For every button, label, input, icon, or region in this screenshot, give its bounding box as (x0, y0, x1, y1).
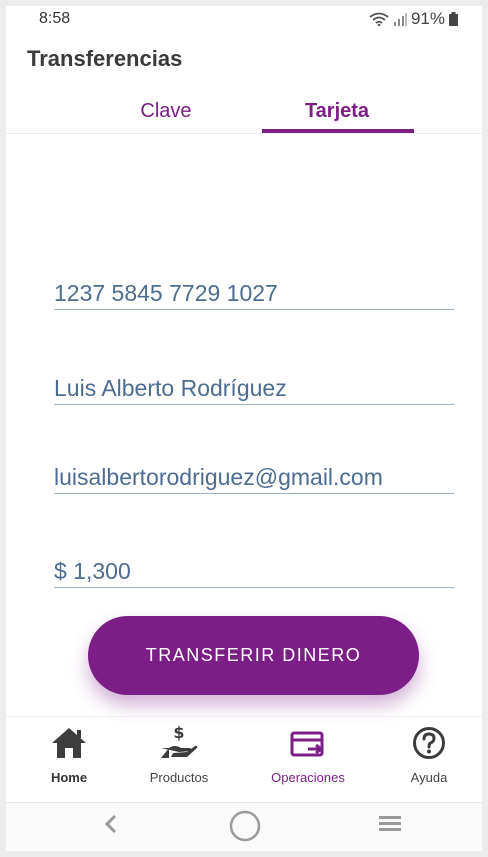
transfer-card-icon (290, 730, 326, 765)
bottom-nav: Home $ Productos Operaciones Ayuda (6, 716, 482, 802)
card-number-field[interactable]: 1237 5845 7729 1027 (54, 280, 454, 310)
nav-item-ayuda[interactable]: Ayuda (374, 717, 484, 785)
recents-icon[interactable] (378, 811, 402, 842)
nav-label-ayuda: Ayuda (410, 770, 448, 785)
nav-label-home: Home (50, 770, 88, 785)
svg-text:$: $ (173, 724, 184, 742)
home-circle-icon[interactable] (228, 809, 262, 848)
battery-level: 91% (410, 9, 445, 28)
transfer-money-button[interactable]: TRANSFERIR DINERO (88, 616, 419, 695)
battery-icon (449, 12, 458, 26)
tab-bar: Clave Tarjeta (6, 92, 482, 134)
nav-label-productos: Productos (149, 770, 209, 785)
nav-item-operaciones[interactable]: Operaciones (253, 717, 363, 785)
hand-money-icon: $ (159, 723, 199, 765)
tab-clave[interactable]: Clave (86, 100, 246, 123)
tab-tarjeta[interactable]: Tarjeta (262, 100, 412, 123)
email-field[interactable]: luisalbertorodriguez@gmail.com (54, 464, 454, 494)
system-nav-bar (6, 802, 482, 851)
help-icon (412, 726, 446, 765)
back-icon[interactable] (102, 811, 120, 842)
recipient-name-field[interactable]: Luis Alberto Rodríguez (54, 375, 454, 405)
wifi-icon (369, 12, 389, 26)
status-icons: 91% (369, 9, 458, 29)
active-tab-indicator (262, 129, 414, 133)
status-time: 8:58 (39, 10, 71, 27)
page-title: Transferencias (27, 46, 183, 71)
home-icon (50, 726, 88, 765)
phone-screen: 8:58 91% Transferencias Clave Tarjeta 12… (6, 6, 482, 851)
nav-item-productos[interactable]: $ Productos (124, 717, 234, 785)
status-bar: 8:58 91% (6, 6, 482, 32)
signal-icon (393, 12, 407, 26)
amount-field[interactable]: $ 1,300 (54, 558, 454, 588)
nav-item-home[interactable]: Home (14, 717, 124, 785)
nav-label-operaciones: Operaciones (271, 770, 345, 785)
